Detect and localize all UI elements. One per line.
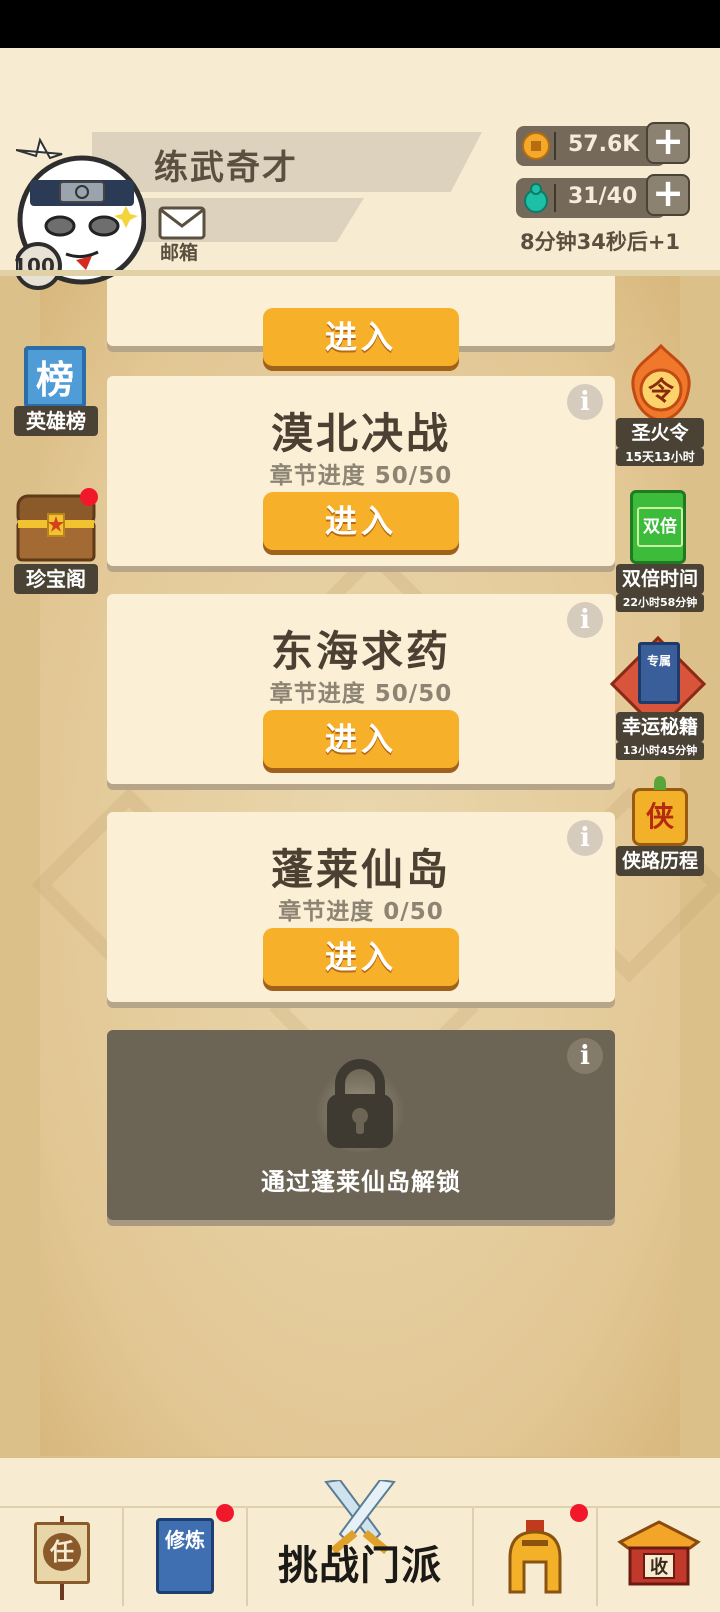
player-name: 练武奇才 bbox=[154, 148, 298, 188]
enter-button[interactable]: 进入 bbox=[263, 492, 459, 550]
pavilion-icon: 收 bbox=[617, 1520, 701, 1586]
enter-button[interactable]: 进入 bbox=[263, 308, 459, 366]
divider bbox=[554, 132, 556, 160]
treasure-pavilion-button[interactable]: 珍宝阁 bbox=[14, 486, 98, 598]
notification-dot bbox=[570, 1504, 588, 1522]
ranking-scroll-icon: 榜 bbox=[24, 346, 86, 408]
level-progress: 章节进度 50/50 bbox=[269, 463, 453, 489]
enter-button[interactable]: 进入 bbox=[263, 710, 459, 768]
task-scroll-icon: 任 bbox=[34, 1522, 90, 1584]
level-title: 漠北决战 bbox=[270, 409, 451, 458]
lucky-manual-timer: 13小时45分钟 bbox=[616, 742, 704, 760]
level-title: 蓬莱仙岛 bbox=[270, 845, 451, 894]
stamina-regen-timer: 8分钟34秒后+1 bbox=[520, 230, 681, 254]
header-divider bbox=[0, 270, 720, 276]
coin-value: 57.6K bbox=[568, 132, 640, 157]
nav-tab-collect[interactable]: 收 bbox=[598, 1508, 720, 1606]
holy-fire-order-timer: 15天13小时 bbox=[616, 448, 704, 466]
double-card-icon: 双倍 bbox=[630, 490, 686, 564]
hero-ranking-label: 英雄榜 bbox=[14, 406, 98, 436]
treasure-pavilion-label: 珍宝阁 bbox=[14, 564, 98, 594]
game-screen: 进入 漠北决战 章节进度 50/50 进入 i 东海求药 章节进度 50/50 … bbox=[0, 48, 720, 1612]
unlock-requirement-text: 通过蓬莱仙岛解锁 bbox=[261, 1168, 461, 1196]
status-bar bbox=[0, 0, 720, 48]
locked-level-card[interactable]: i 通过蓬莱仙岛解锁 bbox=[107, 1030, 615, 1220]
lucky-manual-label: 幸运秘籍 bbox=[616, 712, 704, 742]
double-time-label: 双倍时间 bbox=[616, 564, 704, 594]
top-header: 练武奇才 100 邮箱 57.6K + 31/40 + 8分钟34秒后+1 bbox=[0, 48, 720, 290]
info-icon[interactable]: i bbox=[567, 1038, 603, 1074]
enter-button[interactable]: 进入 bbox=[263, 928, 459, 986]
level-card: 蓬莱仙岛 章节进度 0/50 进入 i bbox=[107, 812, 615, 1002]
hero-journey-button[interactable]: 侠 侠路历程 bbox=[616, 774, 704, 876]
padlock-icon bbox=[315, 1059, 405, 1152]
helmet-icon bbox=[508, 1520, 562, 1594]
holy-fire-order-label: 圣火令 bbox=[616, 418, 704, 448]
level-card: 东海求药 章节进度 50/50 进入 i bbox=[107, 594, 615, 784]
nav-tab-equipment[interactable] bbox=[474, 1504, 598, 1606]
leaf-icon bbox=[654, 776, 666, 790]
info-icon[interactable]: i bbox=[567, 602, 603, 638]
add-stamina-button[interactable]: + bbox=[646, 174, 690, 216]
book-icon: 专属 bbox=[638, 642, 680, 704]
mail-icon[interactable] bbox=[158, 206, 206, 240]
mail-label[interactable]: 邮箱 bbox=[160, 238, 198, 265]
nav-tab-cultivate[interactable]: 修炼 bbox=[124, 1504, 248, 1606]
coin-icon bbox=[522, 132, 550, 160]
stamina-gourd-icon bbox=[524, 183, 548, 213]
level-progress: 章节进度 50/50 bbox=[269, 681, 453, 707]
holy-fire-order-button[interactable]: 令 圣火令 15天13小时 bbox=[616, 344, 704, 474]
divider bbox=[554, 184, 556, 212]
holy-fire-icon: 令 bbox=[631, 344, 691, 422]
hero-ranking-button[interactable]: 榜 英雄榜 bbox=[14, 344, 98, 442]
double-time-button[interactable]: 双倍 双倍时间 22小时58分钟 bbox=[616, 490, 704, 620]
notification-dot bbox=[80, 488, 98, 506]
hero-journey-icon: 侠 bbox=[632, 788, 688, 846]
play-area[interactable]: 进入 漠北决战 章节进度 50/50 进入 i 东海求药 章节进度 50/50 … bbox=[0, 156, 720, 1458]
level-title: 东海求药 bbox=[270, 627, 451, 676]
notification-dot bbox=[216, 1504, 234, 1522]
challenge-sect-label[interactable]: 挑战门派 bbox=[248, 1533, 472, 1591]
nav-tab-tasks[interactable]: 任 bbox=[0, 1508, 124, 1606]
svg-text:令: 令 bbox=[648, 376, 675, 407]
info-icon[interactable]: i bbox=[567, 384, 603, 420]
stamina-value: 31/40 bbox=[568, 184, 638, 209]
cultivate-book-icon: 修炼 bbox=[156, 1518, 214, 1594]
add-coins-button[interactable]: + bbox=[646, 122, 690, 164]
lucky-manual-button[interactable]: 专属 幸运秘籍 13小时45分钟 bbox=[609, 635, 707, 768]
info-icon[interactable]: i bbox=[567, 820, 603, 856]
svg-text:收: 收 bbox=[650, 1556, 668, 1578]
level-card: 漠北决战 章节进度 50/50 进入 i bbox=[107, 376, 615, 566]
level-progress: 章节进度 0/50 bbox=[278, 899, 444, 925]
hero-journey-label: 侠路历程 bbox=[616, 846, 704, 876]
double-time-timer: 22小时58分钟 bbox=[616, 594, 704, 612]
